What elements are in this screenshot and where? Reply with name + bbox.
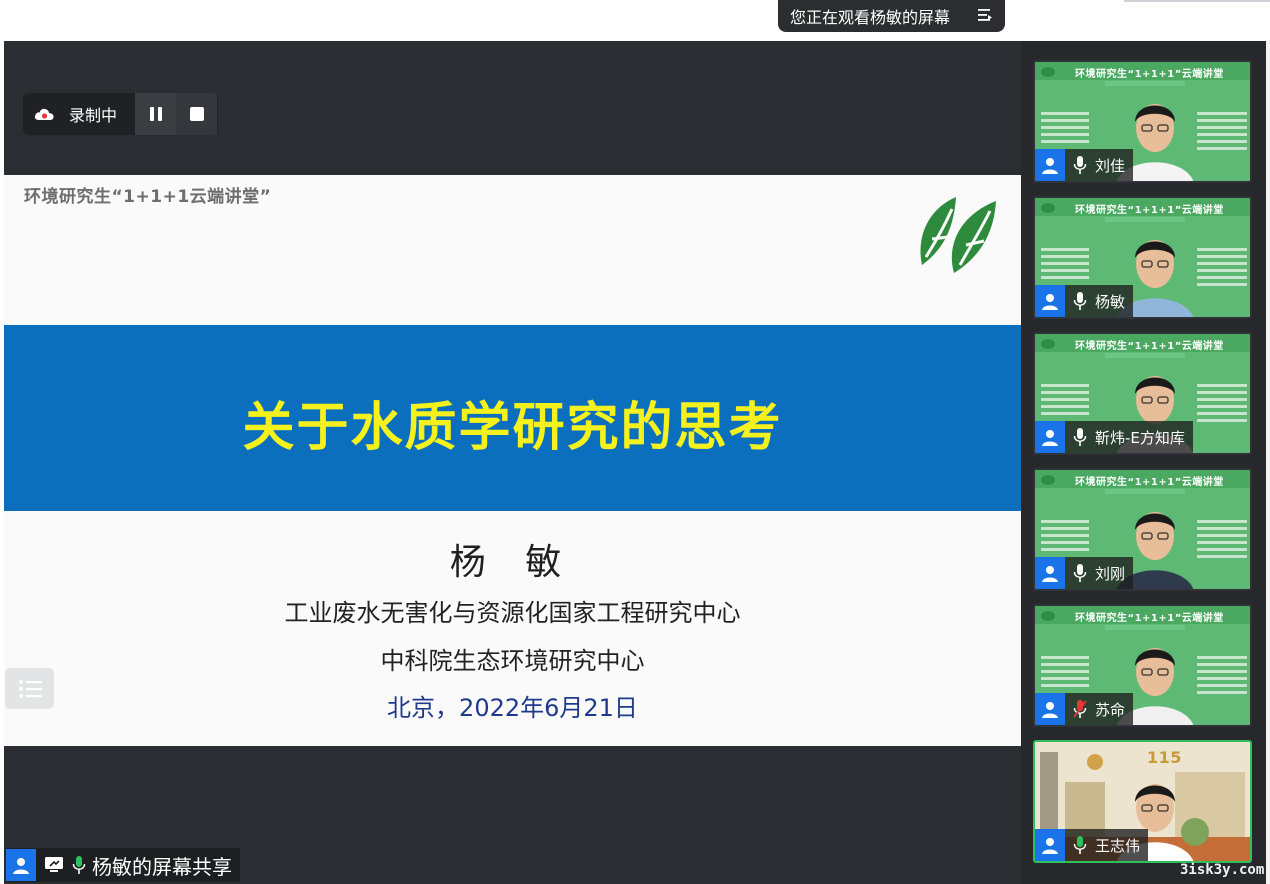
viewing-screen-text: 您正在观看杨敏的屏幕 xyxy=(790,8,951,27)
tile-text-left xyxy=(1041,248,1089,283)
presentation-date: 北京，2022年6月21日 xyxy=(387,694,638,722)
slide-title: 关于水质学研究的思考 xyxy=(242,398,783,458)
participant-mic-status: 刘佳 xyxy=(1065,149,1134,181)
window-right-edge xyxy=(1266,41,1270,884)
presentation-slide: 环境研究生“1+1+1云端讲堂” 关于水质学研究的思考 杨 敏 工业废水无害化与… xyxy=(4,175,1021,746)
affiliation-primary: 工业废水无害化与资源化国家工程研究中心 xyxy=(284,599,741,627)
participant-tile[interactable]: 环境研究生“1+1+1”云端讲堂刘佳 xyxy=(1033,60,1252,183)
screen-share-label: 杨敏的屏幕共享 xyxy=(92,854,232,879)
participant-name: 刘佳 xyxy=(1095,156,1126,175)
tile-slide-title: 115 xyxy=(1147,748,1182,767)
participant-name: 王志伟 xyxy=(1095,836,1141,855)
tile-slide-title: 环境研究生“1+1+1”云端讲堂 xyxy=(1075,69,1224,80)
microphone-icon xyxy=(1073,292,1087,310)
menu-lines-icon[interactable] xyxy=(977,7,993,23)
tile-badge-icon xyxy=(1041,67,1055,77)
tile-slide-title: 环境研究生“1+1+1”云端讲堂 xyxy=(1075,613,1224,624)
participant-mic-status: 王志伟 xyxy=(1065,829,1149,861)
tile-slide-subtitle xyxy=(1105,625,1185,630)
microphone-icon xyxy=(1073,156,1087,174)
user-avatar-icon xyxy=(1035,421,1065,453)
microphone-icon xyxy=(1073,564,1087,582)
participant-tile[interactable]: 环境研究生“1+1+1”云端讲堂刘刚 xyxy=(1033,468,1252,591)
tile-slide-title: 环境研究生“1+1+1”云端讲堂 xyxy=(1075,205,1224,216)
recording-control: 录制中 xyxy=(23,93,218,135)
participant-name: 杨敏 xyxy=(1095,292,1126,311)
recording-status: 录制中 xyxy=(23,93,135,135)
tile-text-left xyxy=(1041,656,1089,691)
tile-badge-icon xyxy=(1041,475,1055,485)
participant-tile[interactable]: 115 王志伟 xyxy=(1033,740,1252,863)
user-avatar-icon xyxy=(1035,829,1065,861)
tile-slide-subtitle xyxy=(1105,489,1185,494)
list-icon xyxy=(18,679,42,698)
viewing-screen-banner[interactable]: 您正在观看杨敏的屏幕 xyxy=(778,0,1005,32)
microphone-icon xyxy=(1073,428,1087,446)
participant-mic-status: 苏命 xyxy=(1065,693,1134,725)
recording-label: 录制中 xyxy=(69,106,118,125)
pause-icon xyxy=(149,107,162,121)
stop-recording-button[interactable] xyxy=(176,93,217,135)
tile-badge-icon xyxy=(1041,203,1055,213)
participant-tile[interactable]: 环境研究生“1+1+1”云端讲堂苏命 xyxy=(1033,604,1252,727)
top-strip xyxy=(0,0,1270,40)
tile-text-left xyxy=(1041,112,1089,147)
meeting-window: 您正在观看杨敏的屏幕 录制中 环境研究生“1+1+1云端讲堂” 关于水质学研究的… xyxy=(0,0,1270,884)
stop-icon xyxy=(189,107,204,121)
pause-recording-button[interactable] xyxy=(135,93,176,135)
user-avatar-icon xyxy=(6,849,36,881)
participant-tile[interactable]: 环境研究生“1+1+1”云端讲堂杨敏 xyxy=(1033,196,1252,319)
tile-badge-icon xyxy=(1041,339,1055,349)
microphone-icon xyxy=(72,856,86,874)
tile-badge-icon xyxy=(1041,611,1055,621)
slide-header: 环境研究生“1+1+1云端讲堂” xyxy=(24,187,272,207)
user-avatar-icon xyxy=(1035,149,1065,181)
affiliation-secondary: 中科院生态环境研究中心 xyxy=(380,647,645,675)
tile-slide-title: 环境研究生“1+1+1”云端讲堂 xyxy=(1075,341,1224,352)
list-toggle-button[interactable] xyxy=(5,668,54,709)
participant-mic-status: 刘刚 xyxy=(1065,557,1134,589)
participant-name-bar: 王志伟 xyxy=(1035,829,1149,861)
participant-name: 刘刚 xyxy=(1095,564,1126,583)
participant-mic-status: 杨敏 xyxy=(1065,285,1134,317)
microphone-muted-icon xyxy=(1073,700,1087,718)
tile-text-left xyxy=(1041,520,1089,555)
participant-name-bar: 靳炜-E方知库 xyxy=(1035,421,1193,453)
participant-tile[interactable]: 环境研究生“1+1+1”云端讲堂靳炜-E方知库 xyxy=(1033,332,1252,455)
top-right-divider xyxy=(1124,0,1270,2)
user-avatar-icon xyxy=(1035,285,1065,317)
tile-text-left xyxy=(1041,384,1089,419)
participant-name-bar: 刘刚 xyxy=(1035,557,1134,589)
speaker-name: 杨 敏 xyxy=(449,542,576,583)
participant-name: 苏命 xyxy=(1095,700,1126,719)
user-avatar-icon xyxy=(1035,693,1065,725)
participant-name-bar: 刘佳 xyxy=(1035,149,1134,181)
tile-slide-subtitle xyxy=(1105,353,1185,358)
screen-share-icon xyxy=(45,857,63,872)
participant-name-bar: 苏命 xyxy=(1035,693,1134,725)
watermark: 3isk3y.com xyxy=(1180,862,1265,878)
microphone-icon xyxy=(1073,836,1087,854)
tile-slide-title: 环境研究生“1+1+1”云端讲堂 xyxy=(1075,477,1224,488)
screen-share-caption: 杨敏的屏幕共享 xyxy=(6,848,240,882)
tile-slide-subtitle xyxy=(1105,81,1185,86)
participant-mic-status: 靳炜-E方知库 xyxy=(1065,421,1193,453)
tile-slide-subtitle xyxy=(1105,217,1185,222)
cloud-recording-icon xyxy=(34,108,54,120)
participant-name-bar: 杨敏 xyxy=(1035,285,1134,317)
green-leaf-logo-icon xyxy=(920,197,996,273)
user-avatar-icon xyxy=(1035,557,1065,589)
participant-name: 靳炜-E方知库 xyxy=(1095,428,1185,447)
